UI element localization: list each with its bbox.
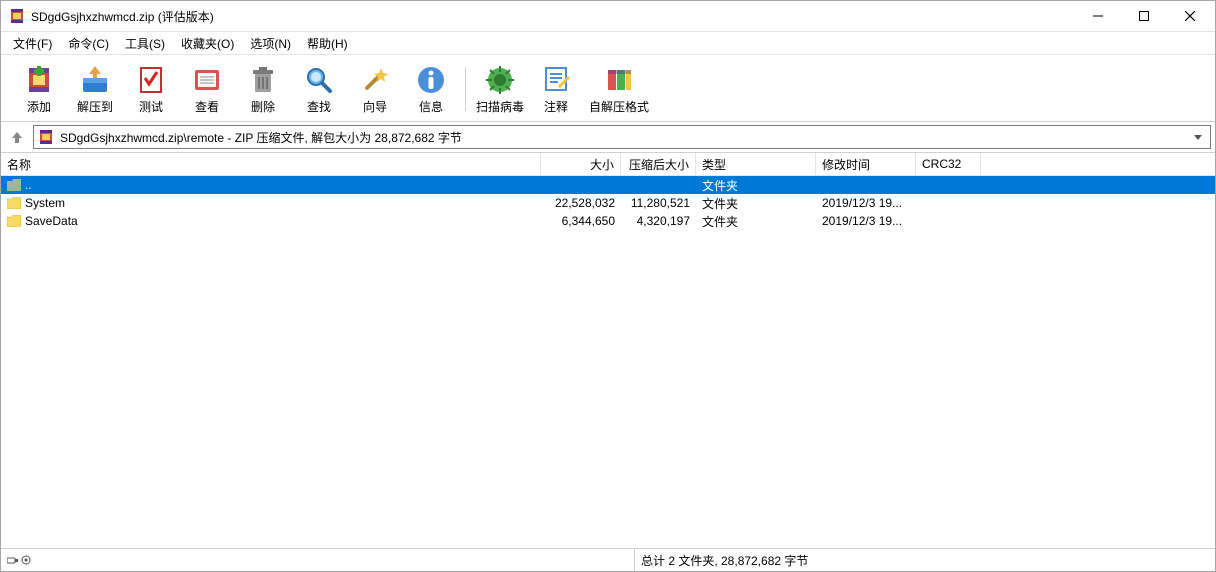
row-type: 文件夹 bbox=[696, 213, 816, 230]
tb-view-button[interactable]: 查看 bbox=[179, 62, 235, 117]
header-size[interactable]: 大小 bbox=[541, 153, 621, 175]
tb-scan-button[interactable]: 扫描病毒 bbox=[472, 62, 528, 117]
tb-info-label: 信息 bbox=[419, 98, 443, 115]
header-type[interactable]: 类型 bbox=[696, 153, 816, 175]
status-summary: 总计 2 文件夹, 28,872,682 字节 bbox=[635, 552, 1215, 569]
trash-icon bbox=[247, 64, 279, 96]
tb-add-label: 添加 bbox=[27, 98, 51, 115]
menu-file[interactable]: 文件(F) bbox=[5, 33, 60, 54]
tb-find-label: 查找 bbox=[307, 98, 331, 115]
row-packed: 11,280,521 bbox=[621, 196, 696, 210]
statusbar: 总计 2 文件夹, 28,872,682 字节 bbox=[1, 548, 1215, 571]
info-icon bbox=[415, 64, 447, 96]
folder-icon bbox=[7, 197, 21, 209]
row-name: SaveData bbox=[25, 214, 78, 228]
address-field[interactable]: SDgdGsjhxzhwmcd.zip\remote - ZIP 压缩文件, 解… bbox=[33, 125, 1211, 149]
tb-comment-button[interactable]: 注释 bbox=[528, 62, 584, 117]
app-icon bbox=[9, 8, 25, 24]
status-left bbox=[1, 549, 635, 571]
file-list[interactable]: .. 文件夹 System 22,528,032 11,280,521 文件夹 … bbox=[1, 176, 1215, 548]
sfx-icon bbox=[603, 64, 635, 96]
archive-icon bbox=[38, 129, 54, 145]
up-button[interactable] bbox=[5, 125, 29, 149]
row-packed: 4,320,197 bbox=[621, 214, 696, 228]
row-name: System bbox=[25, 196, 65, 210]
tb-find-button[interactable]: 查找 bbox=[291, 62, 347, 117]
search-icon bbox=[303, 64, 335, 96]
extract-icon bbox=[79, 64, 111, 96]
tb-info-button[interactable]: 信息 bbox=[403, 62, 459, 117]
tb-sfx-button[interactable]: 自解压格式 bbox=[584, 62, 654, 117]
row-modified: 2019/12/3 19... bbox=[816, 214, 916, 228]
close-button[interactable] bbox=[1167, 1, 1213, 31]
view-icon bbox=[191, 64, 223, 96]
tb-wizard-button[interactable]: 向导 bbox=[347, 62, 403, 117]
tb-test-button[interactable]: 测试 bbox=[123, 62, 179, 117]
list-row[interactable]: System 22,528,032 11,280,521 文件夹 2019/12… bbox=[1, 194, 1215, 212]
menubar: 文件(F) 命令(C) 工具(S) 收藏夹(O) 选项(N) 帮助(H) bbox=[1, 32, 1215, 55]
row-size: 6,344,650 bbox=[541, 214, 621, 228]
tb-test-label: 测试 bbox=[139, 98, 163, 115]
menu-options[interactable]: 选项(N) bbox=[242, 33, 299, 54]
window-title: SDgdGsjhxzhwmcd.zip (评估版本) bbox=[31, 8, 214, 25]
list-row[interactable]: SaveData 6,344,650 4,320,197 文件夹 2019/12… bbox=[1, 212, 1215, 230]
tb-wizard-label: 向导 bbox=[363, 98, 387, 115]
archive-add-icon bbox=[23, 64, 55, 96]
maximize-button[interactable] bbox=[1121, 1, 1167, 31]
address-dropdown-button[interactable] bbox=[1190, 133, 1206, 141]
row-type: 文件夹 bbox=[696, 195, 816, 212]
minimize-button[interactable] bbox=[1075, 1, 1121, 31]
test-icon bbox=[135, 64, 167, 96]
row-up-type: 文件夹 bbox=[696, 177, 816, 194]
header-name[interactable]: 名称 bbox=[1, 153, 541, 175]
header-modified[interactable]: 修改时间 bbox=[816, 153, 916, 175]
tb-extract-label: 解压到 bbox=[77, 98, 113, 115]
menu-tools[interactable]: 工具(S) bbox=[117, 33, 173, 54]
toolbar: 添加 解压到 测试 查看 删除 查找 向导 信息 bbox=[1, 55, 1215, 122]
tb-add-button[interactable]: 添加 bbox=[11, 62, 67, 117]
address-text: SDgdGsjhxzhwmcd.zip\remote - ZIP 压缩文件, 解… bbox=[60, 129, 1184, 146]
tb-view-label: 查看 bbox=[195, 98, 219, 115]
addressbar: SDgdGsjhxzhwmcd.zip\remote - ZIP 压缩文件, 解… bbox=[1, 122, 1215, 153]
status-indicator-icon bbox=[7, 555, 31, 565]
folder-icon bbox=[7, 215, 21, 227]
menu-command[interactable]: 命令(C) bbox=[60, 33, 117, 54]
menu-favorites[interactable]: 收藏夹(O) bbox=[173, 33, 242, 54]
folder-up-icon bbox=[7, 179, 21, 191]
tb-comment-label: 注释 bbox=[544, 98, 568, 115]
row-size: 22,528,032 bbox=[541, 196, 621, 210]
tb-scan-label: 扫描病毒 bbox=[476, 98, 524, 115]
header-crc[interactable]: CRC32 bbox=[916, 153, 981, 175]
row-modified: 2019/12/3 19... bbox=[816, 196, 916, 210]
comment-icon bbox=[540, 64, 572, 96]
tb-sfx-label: 自解压格式 bbox=[589, 98, 649, 115]
row-up-name: .. bbox=[25, 178, 32, 192]
header-packed[interactable]: 压缩后大小 bbox=[621, 153, 696, 175]
column-headers: 名称 大小 压缩后大小 类型 修改时间 CRC32 bbox=[1, 153, 1215, 176]
tb-delete-button[interactable]: 删除 bbox=[235, 62, 291, 117]
tb-delete-label: 删除 bbox=[251, 98, 275, 115]
virus-scan-icon bbox=[484, 64, 516, 96]
titlebar: SDgdGsjhxzhwmcd.zip (评估版本) bbox=[1, 1, 1215, 32]
up-arrow-icon bbox=[10, 130, 24, 144]
list-row-up[interactable]: .. 文件夹 bbox=[1, 176, 1215, 194]
app-window: SDgdGsjhxzhwmcd.zip (评估版本) 文件(F) 命令(C) 工… bbox=[0, 0, 1216, 572]
toolbar-separator bbox=[465, 67, 466, 111]
tb-extract-button[interactable]: 解压到 bbox=[67, 62, 123, 117]
menu-help[interactable]: 帮助(H) bbox=[299, 33, 356, 54]
wizard-icon bbox=[359, 64, 391, 96]
